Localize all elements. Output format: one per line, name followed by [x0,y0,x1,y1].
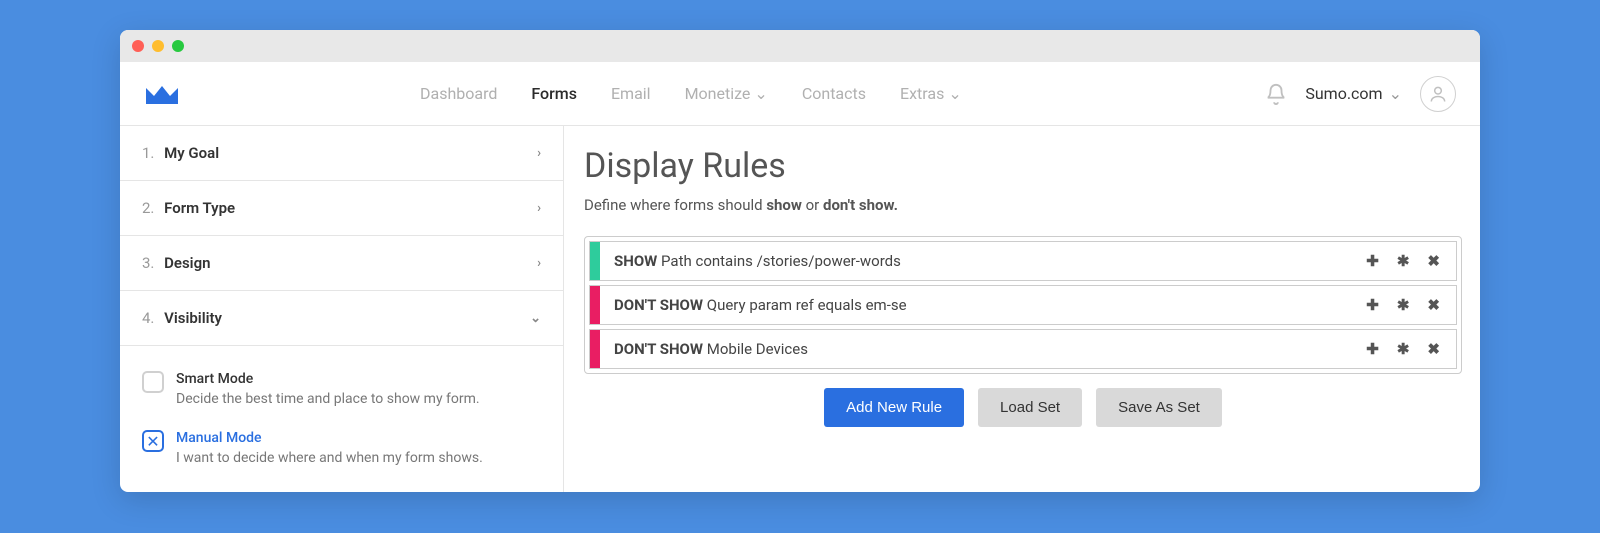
plus-icon[interactable]: ✚ [1366,296,1379,314]
page-title: Display Rules [584,146,1462,186]
rule-detail: Query param ref equals em-se [707,296,907,314]
nav-link-extras[interactable]: Extras⌄ [900,84,962,103]
gear-icon[interactable]: ✱ [1397,296,1410,314]
step-number: 3. [142,254,154,272]
avatar[interactable] [1420,76,1456,112]
sidebar-step-form-type[interactable]: 2. Form Type › [120,181,563,236]
nav-link-forms[interactable]: Forms [531,84,577,103]
nav-link-contacts[interactable]: Contacts [802,84,866,103]
close-icon[interactable]: ✖ [1427,252,1440,270]
mode-desc: Decide the best time and place to show m… [176,390,480,410]
close-icon[interactable]: ✖ [1427,296,1440,314]
window-titlebar [120,30,1480,62]
nav-link-label: Email [611,84,651,103]
sidebar-step-visibility[interactable]: 4. Visibility ⌄ [120,291,563,346]
nav-link-label: Dashboard [420,84,497,103]
plus-icon[interactable]: ✚ [1366,340,1379,358]
app-window: DashboardFormsEmailMonetize⌄ContactsExtr… [120,30,1480,492]
chevron-down-icon: ⌄ [1389,84,1402,103]
top-nav: DashboardFormsEmailMonetize⌄ContactsExtr… [120,62,1480,126]
chevron-right-icon: › [537,201,541,216]
rule-text: SHOW Path contains /stories/power-words [600,242,1350,280]
window-max-dot[interactable] [172,40,184,52]
mode-title: Smart Mode [176,370,480,390]
close-icon[interactable]: ✖ [1427,340,1440,358]
nav-link-label: Contacts [802,84,866,103]
nav-link-monetize[interactable]: Monetize⌄ [685,84,768,103]
mode-checkbox[interactable]: ✕ [142,430,164,452]
rule-text: DON'T SHOW Mobile Devices [600,330,1350,368]
rule-accent [590,242,600,280]
chevron-right-icon: › [537,146,541,161]
gear-icon[interactable]: ✱ [1397,340,1410,358]
window-close-dot[interactable] [132,40,144,52]
rule-accent [590,286,600,324]
nav-link-label: Forms [531,84,577,103]
chevron-right-icon: › [537,256,541,271]
nav-link-dashboard[interactable]: Dashboard [420,84,497,103]
save-as-set-button[interactable]: Save As Set [1096,388,1222,427]
main-panel: Display Rules Define where forms should … [564,126,1480,492]
mode-option-manual-mode[interactable]: ✕ Manual ModeI want to decide where and w… [120,419,563,478]
rule-detail: Path contains /stories/power-words [661,252,901,270]
site-dropdown[interactable]: Sumo.com ⌄ [1305,84,1402,103]
gear-icon[interactable]: ✱ [1397,252,1410,270]
page-subtitle: Define where forms should show or don't … [584,196,1462,214]
rule-row: DON'T SHOW Query param ref equals em-se ✚… [589,285,1457,325]
sidebar: 1. My Goal › 2. Form Type › 3. Design › 4. Vis… [120,126,564,492]
sidebar-step-design[interactable]: 3. Design › [120,236,563,291]
bell-icon[interactable] [1265,83,1287,105]
nav-link-label: Monetize [685,84,751,103]
mode-title: Manual Mode [176,429,483,449]
mode-checkbox[interactable] [142,371,164,393]
chevron-down-icon: ⌄ [530,311,541,326]
rule-accent [590,330,600,368]
rule-row: SHOW Path contains /stories/power-words ✚… [589,241,1457,281]
rule-kind: SHOW [614,252,661,270]
step-label: Visibility [160,309,222,327]
rule-kind: DON'T SHOW [614,340,707,358]
step-number: 1. [142,144,154,162]
logo-crown-icon[interactable] [144,82,180,106]
step-number: 4. [142,309,154,327]
rules-container: SHOW Path contains /stories/power-words ✚… [584,236,1462,374]
sidebar-step-my-goal[interactable]: 1. My Goal › [120,126,563,181]
step-label: Form Type [160,199,235,217]
add-new-rule-button[interactable]: Add New Rule [824,388,964,427]
nav-link-label: Extras [900,84,944,103]
nav-link-email[interactable]: Email [611,84,651,103]
plus-icon[interactable]: ✚ [1366,252,1379,270]
chevron-down-icon: ⌄ [948,84,961,103]
site-label: Sumo.com [1305,84,1382,103]
rule-kind: DON'T SHOW [614,296,707,314]
window-min-dot[interactable] [152,40,164,52]
rule-text: DON'T SHOW Query param ref equals em-se [600,286,1350,324]
mode-desc: I want to decide where and when my form … [176,449,483,469]
chevron-down-icon: ⌄ [754,84,767,103]
step-number: 2. [142,199,154,217]
step-label: My Goal [160,144,219,162]
rule-detail: Mobile Devices [707,340,808,358]
mode-option-smart-mode[interactable]: Smart ModeDecide the best time and place… [120,360,563,419]
rule-row: DON'T SHOW Mobile Devices ✚ ✱ ✖ [589,329,1457,369]
load-set-button[interactable]: Load Set [978,388,1082,427]
step-label: Design [160,254,210,272]
